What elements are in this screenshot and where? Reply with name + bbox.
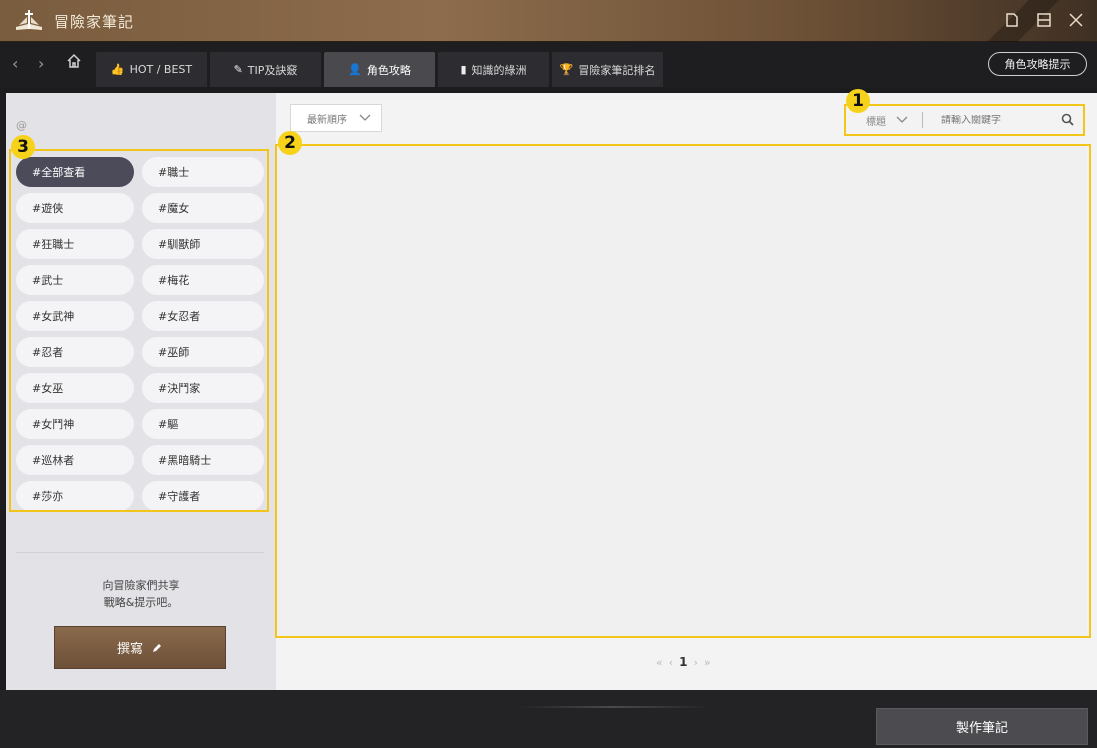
trophy-icon: 🏆 (559, 63, 574, 76)
tab-label: 冒險家筆記排名 (578, 63, 656, 77)
back-arrow-icon[interactable]: ‹ (12, 54, 18, 73)
pencil-icon: ✎ (233, 63, 243, 76)
current-page[interactable]: 1 (679, 655, 687, 669)
tab-label: 知識的綠洲 (471, 63, 527, 77)
write-button-label: 撰寫 (116, 642, 143, 657)
last-page-icon[interactable]: » (704, 656, 711, 669)
tab-bar: 👍 HOT / BEST ✎ TIP及訣竅 👤 角色攻略 ▮ 知識的綠洲 🏆 冒… (96, 52, 663, 87)
book-logo-icon (16, 10, 42, 30)
callout-box-3 (9, 149, 269, 512)
tab-character-guide[interactable]: 👤 角色攻略 (324, 52, 435, 87)
book-icon: ▮ (460, 63, 467, 76)
first-page-icon[interactable]: « (656, 656, 663, 669)
callout-box-2 (275, 144, 1091, 638)
pencil-icon (153, 643, 161, 652)
bottom-bar: 製作筆記 (0, 690, 1097, 748)
at-symbol: @ (16, 119, 27, 132)
pagination: « ‹ 1 › » (656, 655, 711, 669)
forward-arrow-icon[interactable]: › (38, 54, 44, 73)
share-line-1: 向冒險家們共享 (102, 579, 180, 592)
share-prompt: 向冒險家們共享 戰略&提示吧。 (6, 577, 276, 611)
app-title: 冒險家筆記 (54, 13, 135, 31)
home-icon[interactable] (66, 53, 82, 69)
sort-select-value: 最新順序 (307, 114, 347, 126)
tab-label: 角色攻略 (366, 63, 411, 77)
write-button[interactable]: 撰寫 (54, 626, 226, 669)
nav-bar: ‹ › 👍 HOT / BEST ✎ TIP及訣竅 👤 角色攻略 ▮ 知識的綠洲… (0, 42, 1097, 87)
character-guide-hint-button[interactable]: 角色攻略提示 (988, 52, 1087, 76)
tab-hot-best[interactable]: 👍 HOT / BEST (96, 52, 207, 87)
sidebar-divider (16, 552, 264, 553)
callout-number-1: 1 (846, 89, 870, 113)
tab-ranking[interactable]: 🏆 冒險家筆記排名 (552, 52, 663, 87)
next-page-icon[interactable]: › (694, 656, 698, 669)
close-icon[interactable] (1065, 8, 1087, 32)
tab-knowledge-oasis[interactable]: ▮ 知識的綠洲 (438, 52, 549, 87)
callout-box-1 (844, 104, 1085, 136)
callout-number-3: 3 (11, 135, 35, 159)
chevron-down-icon (359, 114, 371, 121)
title-bar: 冒險家筆記 (0, 0, 1097, 42)
tab-label: TIP及訣竅 (247, 63, 298, 77)
thumbs-up-icon: 👍 (110, 63, 125, 76)
prev-page-icon[interactable]: ‹ (669, 656, 673, 669)
make-note-button[interactable]: 製作筆記 (876, 708, 1088, 745)
sort-select[interactable]: 最新順序 (290, 104, 382, 132)
share-line-2: 戰略&提示吧。 (103, 596, 179, 609)
minimize-icon[interactable] (1001, 8, 1023, 32)
callout-number-2: 2 (278, 131, 302, 155)
maximize-icon[interactable] (1033, 8, 1055, 32)
bottom-divider (520, 706, 710, 708)
tab-tips[interactable]: ✎ TIP及訣竅 (210, 52, 321, 87)
person-icon: 👤 (348, 63, 362, 76)
tab-label: HOT / BEST (129, 63, 193, 76)
